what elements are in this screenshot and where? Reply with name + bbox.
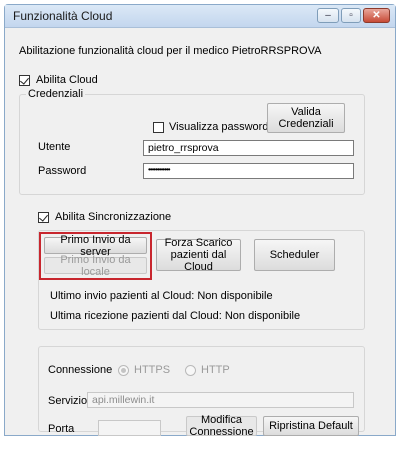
- user-input[interactable]: pietro_rrsprova: [143, 140, 354, 156]
- password-label: Password: [38, 165, 87, 177]
- https-radio[interactable]: [118, 365, 129, 376]
- port-label: Porta: [48, 423, 75, 435]
- show-password-label: Visualizza password: [169, 121, 269, 133]
- minimize-button[interactable]: –: [317, 8, 339, 23]
- http-label: HTTP: [201, 364, 230, 376]
- show-password-checkbox[interactable]: [153, 122, 164, 133]
- modify-connection-button[interactable]: Modifica Connessione: [186, 414, 257, 438]
- last-receive-status: Ultima ricezione pazienti dal Cloud: Non…: [50, 310, 301, 322]
- header-text: Abilitazione funzionalità cloud per il m…: [19, 45, 322, 57]
- minimize-icon: –: [325, 10, 331, 21]
- restore-default-button[interactable]: Ripristina Default: [263, 416, 359, 436]
- validate-credentials-button[interactable]: Valida Credenziali: [267, 103, 345, 133]
- password-input[interactable]: ••••••••••••: [143, 163, 354, 179]
- first-send-server-button[interactable]: Primo Invio da server: [44, 234, 147, 258]
- user-label: Utente: [38, 141, 71, 153]
- connection-label: Connessione: [48, 364, 113, 376]
- title-bar: Funzionalità Cloud – ▫ ✕: [5, 5, 395, 28]
- enable-cloud-checkbox[interactable]: [19, 75, 30, 86]
- enable-sync-checkbox[interactable]: [38, 212, 49, 223]
- maximize-icon: ▫: [349, 10, 353, 21]
- close-button[interactable]: ✕: [363, 8, 390, 23]
- window-title: Funzionalità Cloud: [13, 9, 113, 23]
- scheduler-button[interactable]: Scheduler: [254, 239, 335, 271]
- credentials-legend: Credenziali: [26, 88, 86, 100]
- close-icon: ✕: [372, 10, 381, 21]
- service-input[interactable]: api.millewin.it: [87, 392, 354, 408]
- last-send-status: Ultimo invio pazienti al Cloud: Non disp…: [50, 290, 273, 302]
- first-send-local-button[interactable]: Primo Invio da locale: [44, 254, 147, 278]
- enable-cloud-label: Abilita Cloud: [36, 74, 98, 86]
- enable-sync-label: Abilita Sincronizzazione: [55, 211, 172, 223]
- cloud-functionality-window: Funzionalità Cloud – ▫ ✕ Abilitazione fu…: [4, 4, 396, 438]
- http-radio[interactable]: [185, 365, 196, 376]
- force-download-button[interactable]: Forza Scarico pazienti dal Cloud: [156, 237, 241, 273]
- port-input[interactable]: [98, 420, 161, 436]
- maximize-button[interactable]: ▫: [341, 8, 361, 23]
- https-label: HTTPS: [134, 364, 171, 376]
- service-label: Servizio: [48, 395, 88, 407]
